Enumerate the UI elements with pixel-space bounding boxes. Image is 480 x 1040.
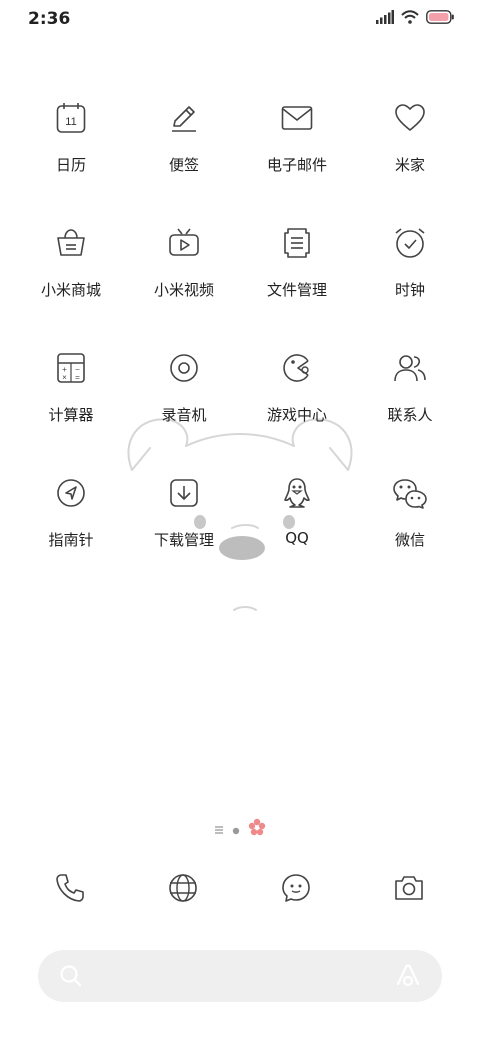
dock-browser[interactable] [161, 868, 205, 912]
app-label: QQ [285, 529, 309, 547]
app-calendar[interactable]: 11 日历 [16, 96, 126, 175]
compass-icon [49, 471, 93, 515]
svg-text:×: × [62, 373, 67, 382]
app-file-manager[interactable]: 文件管理 [242, 221, 352, 300]
app-email[interactable]: 电子邮件 [242, 96, 352, 175]
status-time: 2:36 [28, 9, 71, 29]
dock-phone[interactable] [48, 868, 92, 912]
tv-play-icon [162, 221, 206, 265]
page-dot [232, 820, 240, 839]
app-qq[interactable]: QQ [242, 471, 352, 547]
document-icon [275, 221, 319, 265]
app-label: 时钟 [394, 281, 425, 299]
contacts-icon [388, 346, 432, 390]
app-label: 游戏中心 [266, 406, 327, 424]
camera-icon [393, 873, 425, 907]
search-icon [58, 963, 84, 993]
app-downloads[interactable]: 下载管理 [129, 471, 239, 550]
app-label: 小米商城 [40, 281, 101, 299]
app-compass[interactable]: 指南针 [16, 471, 126, 550]
app-label: 小米视频 [153, 281, 214, 299]
app-label: 录音机 [161, 406, 207, 424]
signal-icon [376, 10, 394, 24]
page-indicator[interactable] [0, 818, 480, 840]
app-label: 联系人 [387, 406, 433, 424]
app-wechat[interactable]: 微信 [355, 471, 465, 550]
alarm-clock-icon [388, 221, 432, 265]
app-clock[interactable]: 时钟 [355, 221, 465, 300]
globe-icon [167, 872, 199, 908]
assistant-icon[interactable] [394, 962, 422, 994]
app-label: 米家 [394, 156, 425, 174]
app-label: 指南针 [48, 531, 94, 549]
download-icon [162, 471, 206, 515]
page-indicator-list-icon [214, 820, 224, 839]
calculator-icon: + − × = [49, 346, 93, 390]
shopping-basket-icon [49, 221, 93, 265]
search-bar[interactable] [38, 950, 442, 1002]
app-contacts[interactable]: 联系人 [355, 346, 465, 425]
heart-icon [388, 96, 432, 140]
svg-text:=: = [75, 373, 80, 382]
app-mijia[interactable]: 米家 [355, 96, 465, 175]
pencil-icon [162, 96, 206, 140]
mail-icon [275, 96, 319, 140]
wechat-icon [388, 471, 432, 515]
app-label: 便签 [168, 156, 199, 174]
message-bubble-icon [280, 872, 312, 908]
calendar-icon: 11 [49, 96, 93, 140]
record-icon [162, 346, 206, 390]
app-mi-video[interactable]: 小米视频 [129, 221, 239, 300]
app-label: 微信 [394, 531, 425, 549]
app-label: 下载管理 [153, 531, 214, 549]
app-recorder[interactable]: 录音机 [129, 346, 239, 425]
app-label: 日历 [55, 156, 86, 174]
status-bar: 2:36 [0, 0, 480, 40]
game-pacman-icon [275, 346, 319, 390]
app-game-center[interactable]: 游戏中心 [242, 346, 352, 425]
battery-icon [426, 10, 454, 24]
app-label: 计算器 [48, 406, 94, 424]
app-mi-store[interactable]: 小米商城 [16, 221, 126, 300]
dock-camera[interactable] [387, 868, 431, 912]
phone-icon [54, 872, 86, 908]
app-notes[interactable]: 便签 [129, 96, 239, 175]
app-calculator[interactable]: + − × = 计算器 [16, 346, 126, 425]
penguin-icon [275, 471, 319, 515]
dock-messages[interactable] [274, 868, 318, 912]
wifi-icon [401, 10, 419, 24]
page-dot-active-flower-icon [248, 818, 266, 840]
svg-text:11: 11 [65, 116, 76, 128]
app-label: 电子邮件 [266, 156, 327, 174]
app-label: 文件管理 [266, 281, 327, 299]
